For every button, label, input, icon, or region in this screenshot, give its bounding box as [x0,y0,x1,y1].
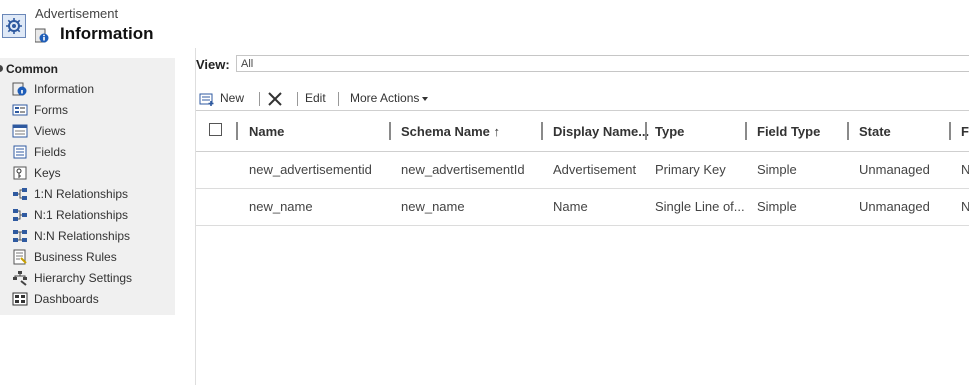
sidebar-item-dashboards[interactable]: Dashboards [12,289,172,309]
business-rules-icon [13,249,27,265]
sidebar: Common Information Forms Views Fields Ke… [0,58,175,315]
key-icon [13,166,27,180]
sidebar-item-fields[interactable]: Fields [12,142,172,162]
cell-type: Primary Key [655,162,726,177]
page-title: Information [60,24,154,43]
sidebar-item-information[interactable]: Information [12,79,172,99]
cell-display-name: Advertisement [553,162,637,177]
info-icon [12,82,27,96]
new-button[interactable]: New [220,91,244,105]
toolbar-separator [259,92,260,106]
relationship-1n-icon [13,188,27,200]
grid-header: Name Schema Name ↑ Display Name... Type … [196,110,969,152]
header: Advertisement Information [0,0,969,48]
sidebar-item-hierarchy-settings[interactable]: Hierarchy Settings [12,268,172,288]
sidebar-item-label: Keys [34,166,61,180]
cell-display-name: Name [553,199,588,214]
sidebar-item-label: Fields [34,145,67,159]
sidebar-item-forms[interactable]: Forms [12,100,172,120]
new-record-icon [199,93,214,106]
sidebar-group-common: Common [6,62,58,76]
column-separator [236,122,238,140]
sidebar-item-label: Views [34,124,66,138]
sidebar-item-label: 1:N Relationships [34,187,129,201]
breadcrumb: Advertisement [35,6,119,21]
relationship-n1-icon [13,209,27,221]
sidebar-item-label: Hierarchy Settings [34,271,133,285]
view-icon [12,124,28,138]
column-separator [847,122,849,140]
sidebar-item-label: N:N Relationships [34,229,131,243]
column-header-schema-name[interactable]: Schema Name ↑ [401,124,500,139]
column-separator [541,122,543,140]
entity-gear-icon [2,14,26,38]
column-separator [949,122,951,140]
sidebar-item-views[interactable]: Views [12,121,172,141]
column-header-display-name[interactable]: Display Name... [553,124,649,139]
sidebar-item-label: Dashboards [34,292,99,306]
sidebar-item-1n-relationships[interactable]: 1:N Relationships [12,184,172,204]
select-all-checkbox[interactable] [209,123,222,136]
cell-schema-name: new_advertisementId [401,162,525,177]
toolbar-separator [297,92,298,106]
hierarchy-icon [13,271,27,286]
main-content: View: All New Edit More Actions Name Sch… [195,48,969,385]
view-select[interactable]: All [236,55,969,72]
form-icon [12,104,28,116]
column-header-state[interactable]: State [859,124,891,139]
view-label: View: [196,57,230,72]
column-header-type[interactable]: Type [655,124,684,139]
toolbar-separator [338,92,339,106]
cell-more: N [961,199,969,214]
chevron-down-icon [422,97,428,101]
sidebar-item-keys[interactable]: Keys [12,163,172,183]
sidebar-item-nn-relationships[interactable]: N:N Relationships [12,226,172,246]
cell-name: new_name [249,199,313,214]
column-header-field-type[interactable]: Field Type [757,124,820,139]
cell-state: Unmanaged [859,162,930,177]
column-header-name[interactable]: Name [249,124,284,139]
column-separator [745,122,747,140]
sidebar-item-business-rules[interactable]: Business Rules [12,247,172,267]
sidebar-item-n1-relationships[interactable]: N:1 Relationships [12,205,172,225]
dashboard-icon [12,292,28,306]
delete-icon[interactable] [268,92,282,106]
sidebar-item-label: Information [34,82,95,96]
more-actions-button[interactable]: More Actions [350,91,419,105]
cell-field-type: Simple [757,199,797,214]
sidebar-item-label: Forms [34,103,68,117]
cell-name: new_advertisementid [249,162,372,177]
table-row[interactable]: new_advertisementid new_advertisementId … [196,151,969,189]
info-icon [35,28,49,43]
column-separator [645,122,647,140]
table-row[interactable]: new_name new_name Name Single Line of...… [196,188,969,226]
column-header-more[interactable]: Fi [961,124,969,139]
cell-schema-name: new_name [401,199,465,214]
cell-more: N [961,162,969,177]
cell-type: Single Line of... [655,199,745,214]
cell-state: Unmanaged [859,199,930,214]
group-bullet-icon [0,65,3,72]
relationship-nn-icon [13,230,27,242]
column-separator [389,122,391,140]
toolbar: New Edit More Actions [196,88,969,110]
sidebar-item-label: Business Rules [34,250,117,264]
sidebar-item-label: N:1 Relationships [34,208,129,222]
edit-button[interactable]: Edit [305,91,326,105]
cell-field-type: Simple [757,162,797,177]
fields-icon [13,145,27,159]
